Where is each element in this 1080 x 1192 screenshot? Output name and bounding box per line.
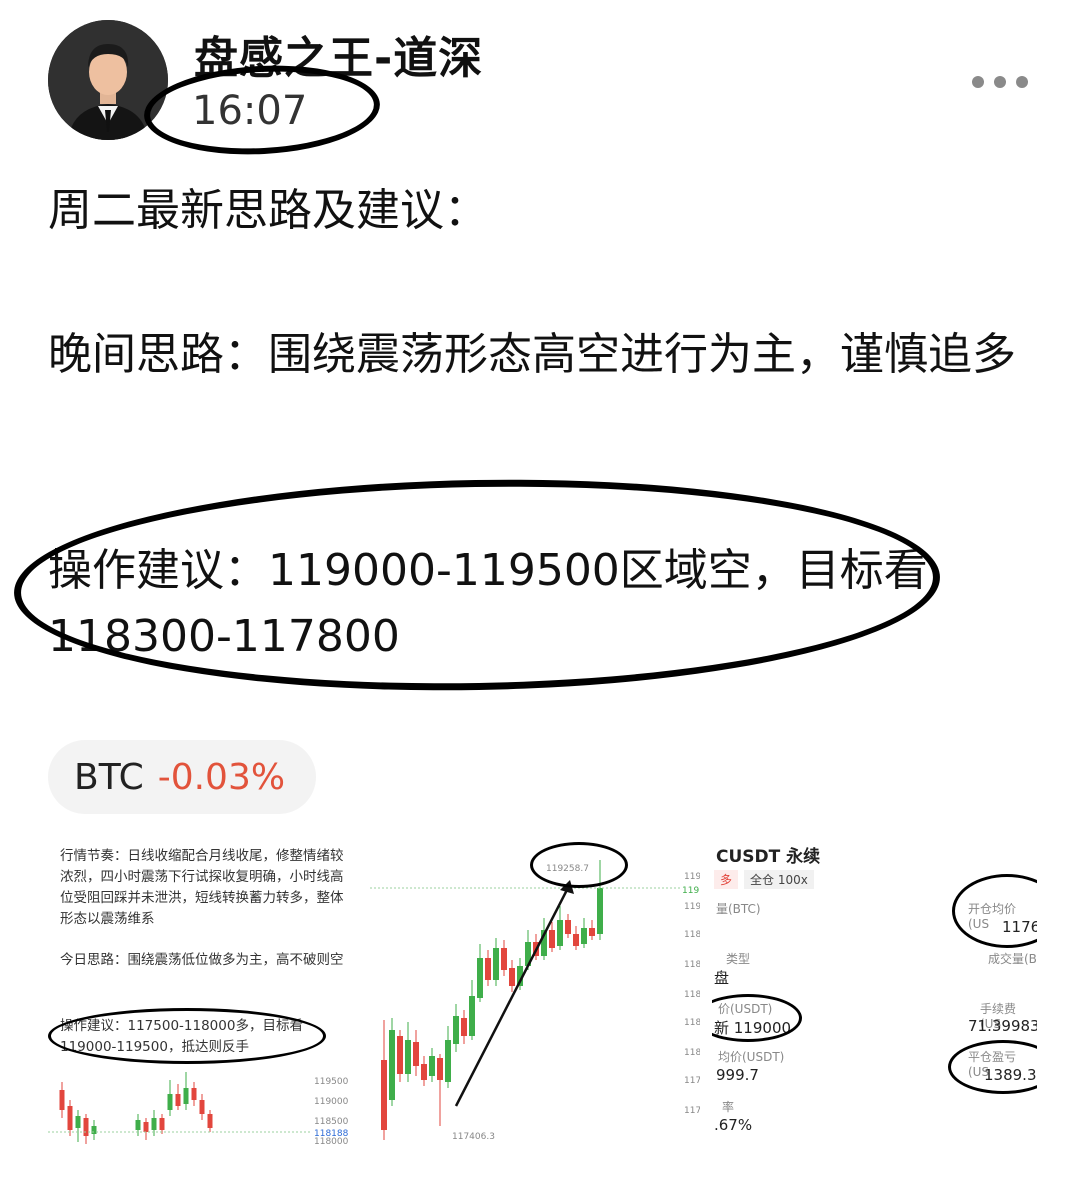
mid-axis-label: 118 [684,1048,700,1058]
candle-body [573,934,579,946]
more-options-icon[interactable] [972,72,1032,92]
position-side: 多 [714,870,739,889]
notes-rhythm: 行情节奏：日线收缩配合月线收尾，修整情绪较浓烈，四小时震荡下行试探收复明确，小时… [60,848,344,927]
mid-axis-label: 118 [684,960,700,970]
candle-body [199,1100,205,1114]
candle-body [509,968,515,986]
candle-body [429,1056,435,1076]
candle-body [485,958,491,980]
notes-operation: 操作建议：117500-118000多，目标看119000-119500，抵达则… [60,1018,303,1055]
candle-body [461,1018,467,1036]
candle-body [67,1106,73,1130]
chart-high-label: 119258.7 [546,864,589,874]
left-axis-label: 118000 [314,1137,348,1147]
candle-body [91,1126,97,1134]
candle-body [389,1030,395,1100]
candle-body [75,1116,81,1128]
post-trade-suggestion: 操作建议：119000-119500区域空，目标看118300-117800 [48,545,928,662]
candle-body [167,1094,173,1110]
avatar-portrait [48,20,168,140]
candle-body [405,1040,411,1074]
candle-body [151,1118,157,1130]
candle-body [565,920,571,934]
candle-body [453,1016,459,1044]
candle-body [83,1118,89,1136]
left-axis-label: 119500 [314,1077,348,1087]
ticker-chip[interactable]: BTC -0.03% [48,740,316,814]
screenshot-position-info: CUSDT 永续 多 全仓 100x 量(BTC) 类型 盘 价(USDT) 新… [712,830,1037,1150]
candle-body [59,1090,65,1110]
candle-body [581,928,587,944]
mid-candle-chart [370,860,680,1140]
candle-body [421,1064,427,1080]
mid-axis-label: 119 [684,902,700,912]
more-dot [1016,76,1028,88]
mid-axis-label: 117 [684,1106,700,1116]
type-value: 盘 [714,969,730,987]
rate-label: 率 [722,1100,735,1114]
candle-body [143,1122,149,1132]
left-axis-label: 119000 [314,1097,348,1107]
post-heading: 周二最新思路及建议： [48,185,488,236]
mid-axis-label: 118 [684,930,700,940]
open-avg-value: 11761 [1002,918,1037,936]
candle-body [397,1036,403,1074]
candle-body [493,948,499,980]
post-evening-view: 晚间思路：围绕震荡形态高空进行为主，谨慎追多 [48,329,1016,380]
candle-body [207,1114,213,1128]
price-value: 新 119000 [714,1019,792,1037]
candle-body [381,1060,387,1130]
candle-body [549,930,555,948]
candle-body [175,1094,181,1106]
candle-body [477,958,483,998]
pnl-value: 1389.34 [984,1066,1037,1084]
screenshot-analysis-notes: 行情节奏：日线收缩配合月线收尾，修整情绪较浓烈，四小时震荡下行试探收复明确，小时… [48,830,348,1150]
type-label: 类型 [726,952,751,966]
left-axis-label: 118500 [314,1117,348,1127]
position-margin: 全仓 100x [744,870,814,889]
candle-body [437,1058,443,1080]
fee-value: 71.399839 [968,1017,1037,1035]
ticker-symbol: BTC [74,756,144,798]
post-time: 16:07 [192,88,308,134]
close-label: 均价(USDT) [718,1050,785,1064]
trend-arrow-head [560,880,574,894]
more-dot [994,76,1006,88]
mid-axis-label: 119 [682,886,700,896]
avatar[interactable] [48,20,168,140]
post-header: 盘感之王-道深 16:07 [0,0,1080,161]
position-title: CUSDT 永续 [716,847,821,867]
mid-axis-label: 118 [684,1018,700,1028]
username[interactable]: 盘感之王-道深 [194,22,483,86]
mid-axis-label: 119 [684,872,700,882]
candle-body [445,1040,451,1082]
price-label: 价(USDT) [718,1002,773,1016]
mid-axis-label: 118 [684,990,700,1000]
volume-label: 成交量(B [988,952,1037,966]
candle-body [159,1118,165,1130]
rate-value: .67% [714,1116,753,1134]
candle-body [501,948,507,970]
candle-body [557,920,563,946]
candle-body [191,1088,197,1100]
mid-axis-label: 117 [684,1076,700,1086]
ticker-change: -0.03% [157,756,286,798]
candle-body [597,888,603,934]
trend-arrow [454,883,572,1107]
qty-label: 量(BTC) [716,902,761,916]
candle-body [135,1120,141,1130]
screenshot-candle-chart: 119258.7 117406.3 119 119 119 118 118 11… [370,830,700,1150]
close-value: 999.7 [716,1066,759,1084]
chart-low-label: 117406.3 [452,1132,495,1142]
candle-body [413,1042,419,1066]
candle-body [183,1088,189,1104]
left-candle-chart [48,1072,310,1144]
candle-body [589,928,595,936]
candle-body [469,996,475,1036]
notes-today: 今日思路：围绕震荡低位做多为主，高不破则空 [60,952,344,968]
more-dot [972,76,984,88]
